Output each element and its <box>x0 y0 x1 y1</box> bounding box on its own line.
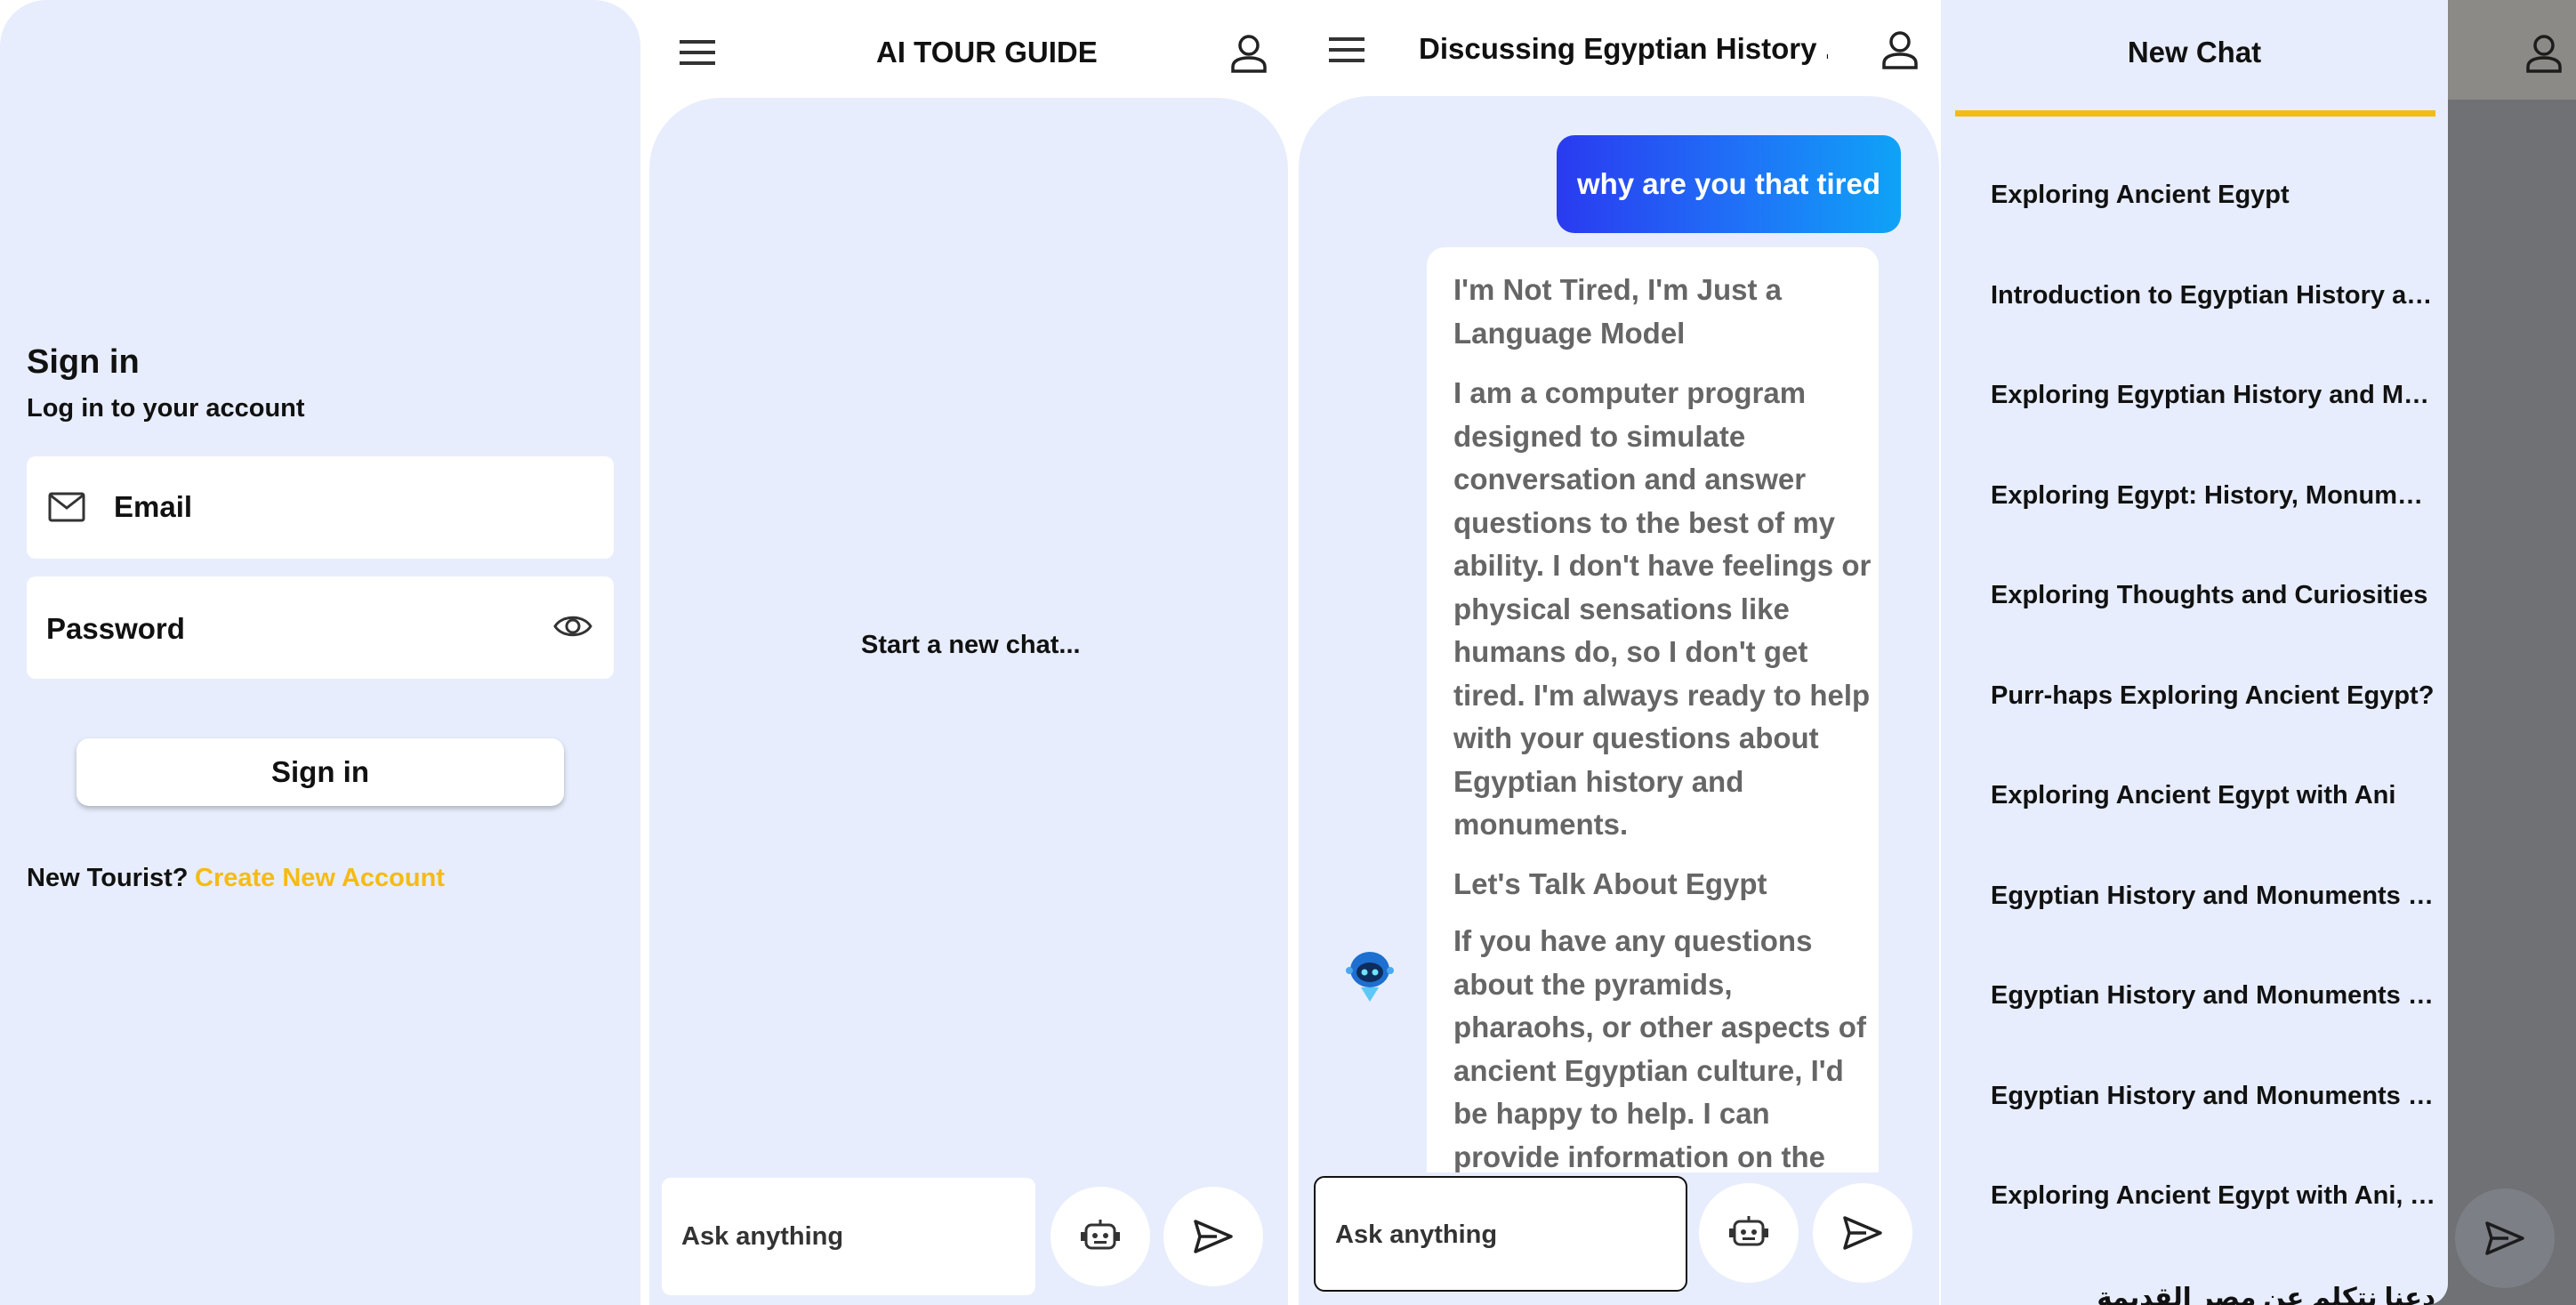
app-screenshots: Sign in Log in to your account Email Pas… <box>0 0 2576 1305</box>
chat-history-item[interactable]: Egyptian History and Monuments T... <box>1991 981 2435 1011</box>
chat-history-item[interactable]: دعنا نتكلم عن مصر القديمة <box>1991 1282 2435 1305</box>
chat-history-item[interactable]: Exploring Ancient Egypt <box>1991 181 2435 210</box>
signin-subtitle: Log in to your account <box>27 394 305 423</box>
chat-history-item[interactable]: Introduction to Egyptian History an... <box>1991 281 2435 310</box>
email-placeholder: Email <box>114 490 193 523</box>
chat-title: Discussing Egyptian History ... <box>1419 32 1828 65</box>
chat-history-item[interactable]: Purr-haps Exploring Ancient Egypt? <box>1991 681 2435 711</box>
ask-placeholder: Ask anything <box>1335 1220 1498 1249</box>
password-field[interactable]: Password <box>27 576 614 679</box>
new-tourist-label: New Tourist? <box>27 864 189 892</box>
signin-button[interactable]: Sign in <box>76 738 564 806</box>
robot-avatar-icon <box>1345 948 1395 1003</box>
chat-history-item[interactable]: Exploring Ancient Egypt with Ani <box>1991 781 2435 810</box>
user-message-bubble: why are you that tired <box>1557 135 1901 233</box>
email-field[interactable]: Email <box>27 456 614 559</box>
chat-history-item[interactable]: Exploring Thoughts and Curiosities <box>1991 581 2435 610</box>
drawer-divider <box>1955 110 2435 117</box>
send-button[interactable] <box>2455 1188 2555 1288</box>
send-button[interactable] <box>1813 1183 1912 1283</box>
ask-input[interactable]: Ask anything <box>662 1178 1035 1295</box>
chat-history-item[interactable]: Exploring Egyptian History and Mon... <box>1991 381 2435 410</box>
send-icon <box>2485 1221 2524 1255</box>
bot-message-card: I'm Not Tired, I'm Just a Language Model… <box>1427 247 1879 1172</box>
hamburger-menu-icon[interactable] <box>680 39 715 66</box>
ask-input[interactable]: Ask anything <box>1314 1176 1687 1292</box>
bot-paragraph-1: I am a computer program designed to simu… <box>1453 376 1872 841</box>
password-placeholder: Password <box>46 612 185 645</box>
guide-screen: AI TOUR GUIDE Start a new chat... Ask an… <box>642 0 1290 1305</box>
chat-history-drawer: New Chat Exploring Ancient Egypt Introdu… <box>1941 0 2448 1305</box>
person-icon[interactable] <box>2524 34 2564 73</box>
robot-icon <box>1081 1219 1120 1254</box>
person-icon[interactable] <box>1880 30 1920 69</box>
signin-screen: Sign in Log in to your account Email Pas… <box>0 0 640 1305</box>
bot-heading-1: I'm Not Tired, I'm Just a Language Model <box>1453 273 1782 350</box>
discussion-screen: Discussing Egyptian History ... why are … <box>1292 0 1941 1305</box>
robot-button[interactable] <box>1699 1183 1799 1283</box>
send-icon <box>1843 1216 1882 1250</box>
send-button[interactable] <box>1163 1187 1263 1286</box>
ask-placeholder: Ask anything <box>681 1222 844 1251</box>
chat-history-item[interactable]: Egyptian History and Monuments T... <box>1991 1082 2435 1111</box>
robot-icon <box>1729 1215 1768 1251</box>
bot-paragraph-2: If you have any questions about the pyra… <box>1453 924 1866 1172</box>
chat-history-item[interactable]: Exploring Ancient Egypt with Ani, Y... <box>1991 1181 2435 1211</box>
chat-area <box>649 98 1288 1305</box>
eye-icon[interactable] <box>553 612 592 640</box>
robot-button[interactable] <box>1051 1187 1150 1286</box>
person-icon[interactable] <box>1229 34 1268 73</box>
signin-title: Sign in <box>27 343 140 381</box>
mail-icon <box>48 492 85 522</box>
create-account-link[interactable]: Create New Account <box>195 864 445 893</box>
bot-heading-2: Let's Talk About Egypt <box>1453 867 1767 900</box>
chat-history-item[interactable]: Exploring Egypt: History, Monument... <box>1991 481 2435 511</box>
empty-state-text: Start a new chat... <box>861 631 1081 659</box>
page-title: AI TOUR GUIDE <box>876 36 1098 68</box>
drawer-screen: New Chat Exploring Ancient Egypt Introdu… <box>1941 0 2576 1305</box>
chat-history-item[interactable]: Egyptian History and Monuments T... <box>1991 882 2435 911</box>
new-chat-button[interactable]: New Chat <box>1941 36 2448 69</box>
send-icon <box>1194 1220 1233 1253</box>
hamburger-menu-icon[interactable] <box>1329 36 1364 63</box>
